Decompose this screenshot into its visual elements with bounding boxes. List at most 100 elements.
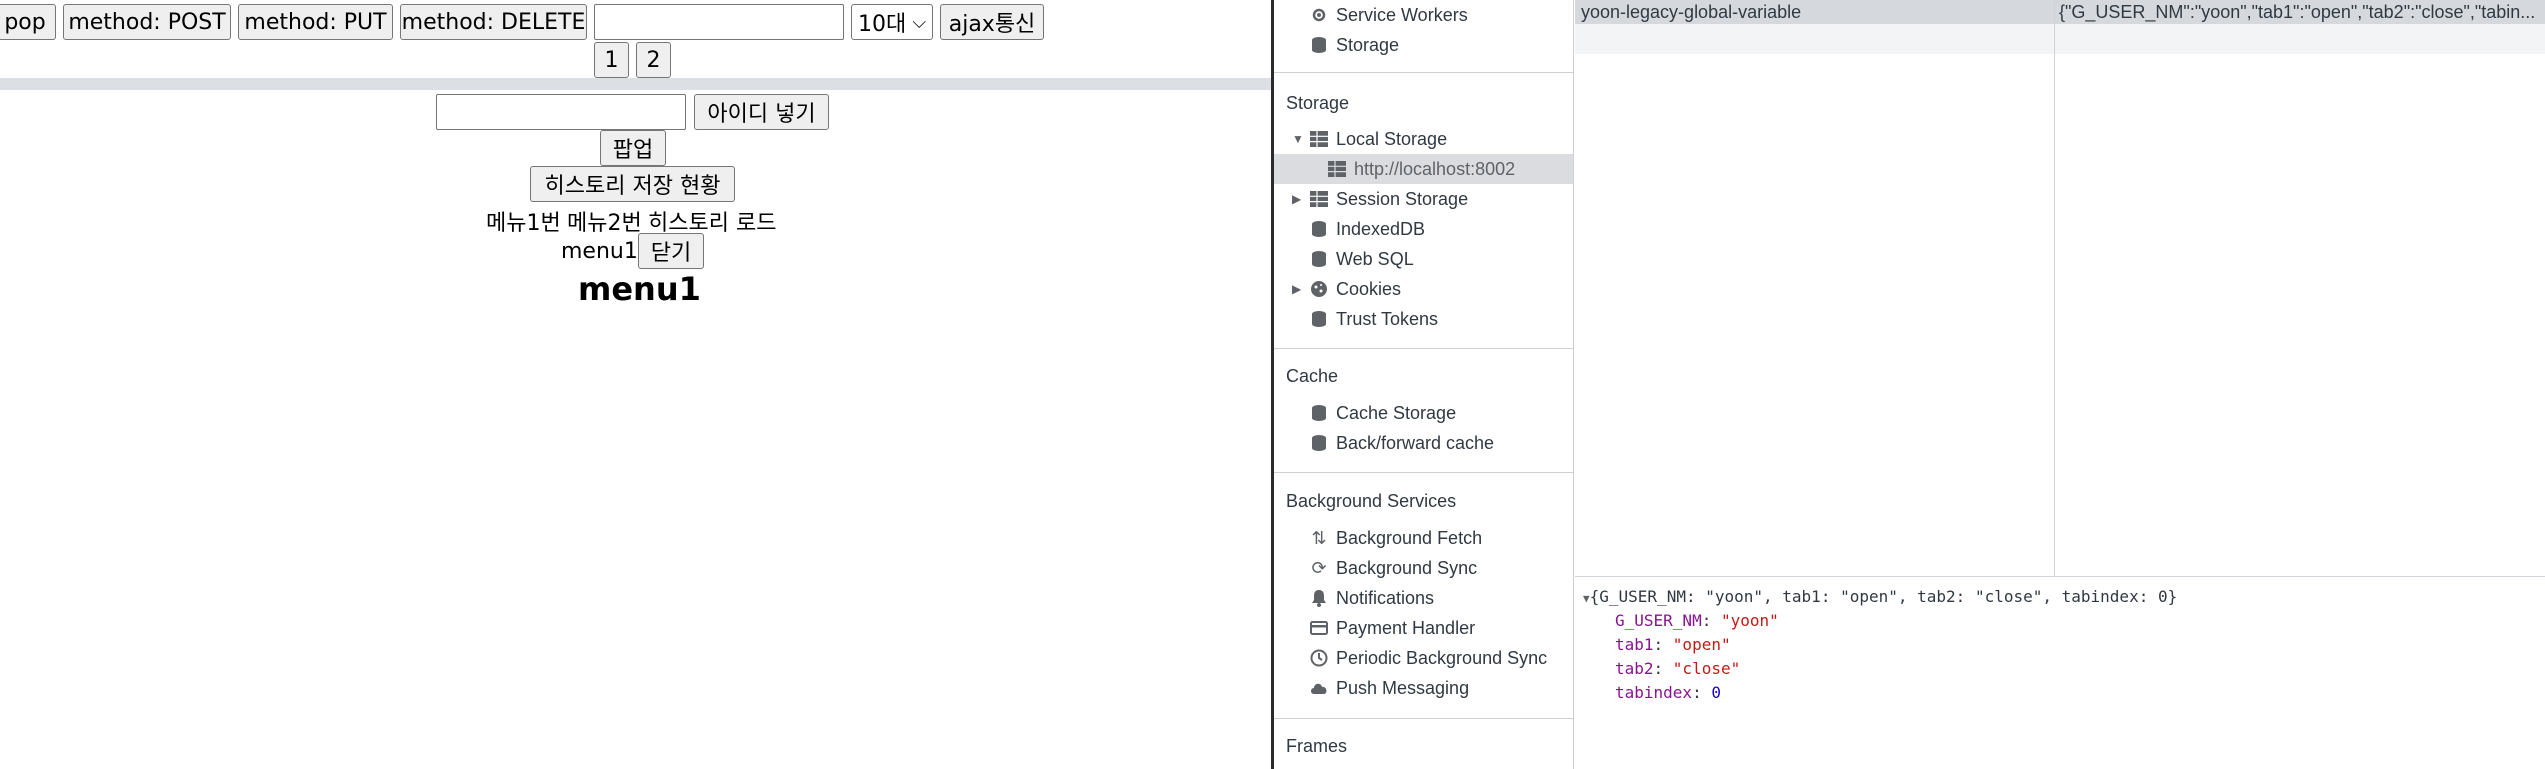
database-icon (1308, 248, 1330, 270)
prop-key: tabindex (1615, 683, 1693, 702)
sidebar-item-label: Payment Handler (1336, 617, 1476, 638)
age-select[interactable]: 10대 ⌵ (851, 4, 933, 40)
gear-icon (1308, 4, 1330, 26)
sidebar-item-label: Periodic Background Sync (1336, 647, 1548, 668)
prop-key: tab2 (1615, 659, 1654, 678)
database-icon (1308, 308, 1330, 330)
sidebar-item-label: Cache Storage (1336, 402, 1457, 423)
sidebar-item-label: Web SQL (1336, 248, 1414, 269)
text-input[interactable] (594, 4, 844, 40)
sidebar-item-label: Background Sync (1336, 557, 1478, 578)
database-icon (1308, 402, 1330, 424)
triangle-right-icon: ▶ (1292, 192, 1302, 206)
sidebar-item-label: Back/forward cache (1336, 432, 1495, 453)
preview-prop: G_USER_NM: "yoon" (1615, 611, 1779, 630)
table-cell-value[interactable]: {"G_USER_NM":"yoon","tab1":"open","tab2"… (2059, 0, 2543, 24)
add-id-button[interactable]: 아이디 넣기 (694, 94, 829, 130)
method-delete-button[interactable]: method: DELETE (400, 4, 587, 40)
sidebar-item-local-storage[interactable]: ▼ Local Storage (1292, 124, 1447, 154)
table-row-empty[interactable] (1575, 24, 2545, 54)
prop-value: "open" (1672, 635, 1731, 654)
prop-key: G_USER_NM (1615, 611, 1702, 630)
sidebar-item-trust-tokens[interactable]: Trust Tokens (1308, 304, 1438, 334)
method-put-button[interactable]: method: PUT (238, 4, 393, 40)
sidebar-item-notifications[interactable]: Notifications (1308, 583, 1434, 613)
card-icon (1308, 617, 1330, 639)
sidebar-item-indexeddb[interactable]: IndexedDB (1308, 214, 1425, 244)
popup-button[interactable]: 팝업 (600, 130, 666, 166)
prop-value: "yoon" (1720, 611, 1779, 630)
divider (1274, 72, 1573, 73)
table-icon (1308, 128, 1330, 150)
section-header-cache: Cache (1286, 366, 1339, 386)
ajax-button[interactable]: ajax통신 (940, 4, 1044, 40)
database-icon (1308, 34, 1330, 56)
sidebar-item-push-messaging[interactable]: Push Messaging (1308, 673, 1469, 703)
sync-icon: ⟳ (1311, 557, 1327, 578)
page-1-button[interactable]: 1 (594, 42, 629, 78)
sidebar-item-bfcache[interactable]: Back/forward cache (1308, 428, 1494, 458)
table-icon (1326, 158, 1348, 180)
section-header-background-services: Background Services (1286, 491, 1457, 511)
history-status-button[interactable]: 히스토리 저장 현황 (530, 166, 735, 202)
sidebar-item-label: Notifications (1336, 587, 1435, 608)
triangle-down-icon: ▼ (1583, 592, 1590, 605)
sidebar-item-label: Storage (1336, 34, 1400, 55)
sidebar-item-websql[interactable]: Web SQL (1308, 244, 1414, 274)
chevron-down-icon: ⌵ (912, 11, 926, 33)
divider (1274, 472, 1573, 473)
prop-value: "close" (1672, 659, 1741, 678)
triangle-right-icon: ▶ (1292, 282, 1302, 296)
preview-prop: tab1: "open" (1615, 635, 1731, 654)
table-icon (1308, 188, 1330, 210)
sidebar-item-session-storage[interactable]: ▶ Session Storage (1292, 184, 1468, 214)
column-divider[interactable] (2054, 0, 2055, 576)
database-icon (1308, 218, 1330, 240)
sidebar-item-label: Background Fetch (1336, 527, 1483, 548)
section-header-frames: Frames (1286, 736, 1348, 756)
database-icon (1308, 432, 1330, 454)
sidebar-item-label: Push Messaging (1336, 677, 1470, 698)
sidebar-item-label: Service Workers (1336, 4, 1468, 25)
preview-prop: tabindex: 0 (1615, 683, 1721, 702)
sidebar-item-background-sync[interactable]: ⟳ Background Sync (1308, 553, 1477, 583)
pop-button[interactable]: pop (0, 4, 56, 40)
table-cell-key[interactable]: yoon-legacy-global-variable (1581, 0, 2049, 24)
close-button[interactable]: 닫기 (638, 233, 704, 269)
sidebar-item-label: Local Storage (1336, 128, 1448, 149)
prop-value: 0 (1711, 683, 1721, 702)
sidebar-item-service-workers[interactable]: Service Workers (1308, 0, 1468, 30)
sidebar-item-payment-handler[interactable]: Payment Handler (1308, 613, 1475, 643)
sidebar-item-periodic-background-sync[interactable]: Periodic Background Sync (1308, 643, 1547, 673)
menu1-link[interactable]: 메뉴1번 (486, 205, 561, 237)
clock-icon (1308, 647, 1330, 669)
preview-prop: tab2: "close" (1615, 659, 1741, 678)
sidebar-item-local-origin[interactable]: http://localhost:8002 (1326, 154, 1515, 184)
sidebar-item-label: Trust Tokens (1336, 308, 1439, 329)
bell-icon (1308, 587, 1330, 609)
up-down-arrows-icon: ⇅ (1311, 527, 1327, 548)
sidebar-item-cache-storage[interactable]: Cache Storage (1308, 398, 1456, 428)
local-storage-panel: yoon-legacy-global-variable {"G_USER_NM"… (1575, 0, 2545, 769)
menu2-link[interactable]: 메뉴2번 (567, 205, 642, 237)
preview-divider[interactable] (1575, 576, 2545, 577)
divider (1274, 718, 1573, 719)
page-2-button[interactable]: 2 (636, 42, 671, 78)
separator (0, 78, 1271, 90)
method-post-button[interactable]: method: POST (63, 4, 231, 40)
id-input[interactable] (436, 94, 686, 130)
preview-summary[interactable]: ▼{G_USER_NM: "yoon", tab1: "open", tab2:… (1583, 587, 2177, 606)
sidebar-item-background-fetch[interactable]: ⇅ Background Fetch (1308, 523, 1482, 553)
application-sidebar: Service Workers Storage Storage ▼ Local … (1274, 0, 1574, 769)
menu-label: menu1 (561, 239, 638, 264)
sidebar-item-storage-overview[interactable]: Storage (1308, 30, 1399, 60)
age-select-value: 10대 (858, 12, 907, 37)
sidebar-item-label: Session Storage (1336, 188, 1469, 209)
sidebar-item-label: http://localhost:8002 (1354, 158, 1516, 179)
divider (1274, 348, 1573, 349)
prop-key: tab1 (1615, 635, 1654, 654)
page-viewport: pop method: POST method: PUT method: DEL… (0, 0, 1271, 769)
sidebar-item-cookies[interactable]: ▶ Cookies (1292, 274, 1401, 304)
cloud-icon (1308, 677, 1330, 699)
sidebar-item-label: IndexedDB (1336, 218, 1426, 239)
